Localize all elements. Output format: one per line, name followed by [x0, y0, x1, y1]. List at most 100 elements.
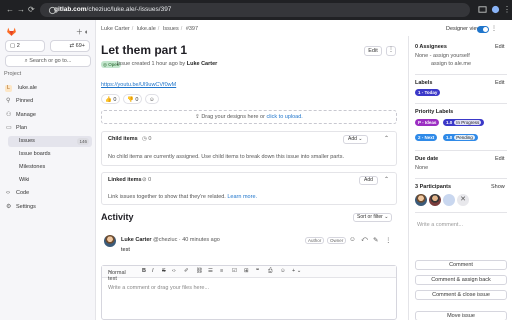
sidebar-item-manage[interactable]: ⚇ Manage: [4, 110, 92, 121]
highlight-icon[interactable]: ✐: [184, 268, 189, 274]
designer-view-toggle[interactable]: [477, 26, 489, 33]
breadcrumb-project[interactable]: luke.ale: [137, 26, 156, 32]
chevron-up-icon[interactable]: ⌃: [384, 135, 389, 142]
linked-items-add-button[interactable]: Add: [359, 176, 378, 185]
comment-reply-icon[interactable]: ⤺: [361, 236, 368, 244]
label-pill[interactable]: 1.0 In Progress: [443, 119, 485, 126]
chevron-up-icon[interactable]: ⌃: [384, 176, 389, 183]
issues-counter-button[interactable]: ▢ 2: [5, 40, 45, 52]
comment-author-handle: @cheziuc: [153, 237, 178, 243]
link-icon[interactable]: ⛓: [196, 268, 203, 274]
task-list-icon[interactable]: ☑: [232, 268, 237, 274]
issue-author-link[interactable]: Luke Carter: [187, 61, 218, 67]
settings-icon: ⚙: [6, 204, 12, 210]
mention-icon[interactable]: ☺: [280, 268, 286, 274]
assignees-none[interactable]: None - assign yourself: [415, 53, 470, 59]
sidebar-item-pinned[interactable]: ⚲ Pinned: [4, 96, 92, 107]
attach-icon[interactable]: ⎙: [268, 268, 272, 275]
add-reaction-icon[interactable]: ☺: [145, 94, 159, 104]
label-pill[interactable]: P - Ideas: [415, 119, 440, 126]
child-items-count: ◷ 0: [142, 136, 152, 142]
label-pill[interactable]: 1 - Today: [415, 89, 441, 96]
comment-assign-back-button[interactable]: Comment & assign back: [415, 275, 507, 285]
table-icon[interactable]: ⊞: [244, 268, 249, 274]
browser-menu-icon[interactable]: ⋮: [503, 5, 511, 15]
breadcrumb-issues[interactable]: Issues: [163, 26, 179, 32]
comment-button[interactable]: Comment: [415, 260, 507, 270]
dropzone-upload-link[interactable]: click to upload.: [266, 114, 302, 120]
sidebar-item-label: Plan: [16, 125, 28, 131]
learn-more-link[interactable]: Learn more.: [227, 194, 257, 200]
thumbs-down-button[interactable]: 👎 0: [123, 94, 143, 104]
participants-show-link[interactable]: Show: [491, 184, 505, 190]
sidebar-item-issue-boards[interactable]: Issue boards: [8, 149, 92, 160]
move-issue-button[interactable]: Move issue: [415, 311, 507, 320]
sidebar-item-milestones[interactable]: Milestones: [8, 162, 92, 173]
sidebar-item-code[interactable]: ‹› Code: [4, 188, 92, 199]
text-format-select[interactable]: Normal text ⌄: [108, 268, 126, 282]
bold-icon[interactable]: B: [142, 268, 146, 274]
sidebar-search[interactable]: ⌕ Search or go to...: [5, 55, 91, 67]
labels-edit-link[interactable]: Edit: [495, 80, 504, 86]
more-options-icon[interactable]: ⋮: [491, 25, 497, 32]
breadcrumb-owner[interactable]: Luke Carter: [101, 26, 130, 32]
label-key: 1 - Today: [418, 90, 438, 95]
issues-count-badge: 146: [77, 138, 89, 145]
edit-issue-button[interactable]: Edit: [364, 46, 382, 56]
reload-icon[interactable]: ⟳: [28, 5, 35, 15]
description-link[interactable]: https://youtu.be/Ul9uwCVf0wM: [101, 82, 176, 88]
comment-more-icon[interactable]: ⋮: [385, 236, 392, 244]
label-pill[interactable]: 2 - Next: [415, 134, 438, 141]
assignees-edit-link[interactable]: Edit: [495, 44, 504, 50]
sidebar-item-issues[interactable]: Issues 146: [8, 136, 92, 147]
quote-icon[interactable]: ❝: [256, 268, 259, 274]
bullet-list-icon[interactable]: ☰: [208, 268, 213, 274]
italic-icon[interactable]: I: [152, 268, 154, 274]
divider: [415, 74, 507, 75]
profile-icon[interactable]: [491, 5, 500, 14]
comment-placeholder: Write a comment or drag your files here.…: [108, 285, 210, 291]
sidebar-item-project[interactable]: luke.ale: [4, 83, 92, 94]
label-pill[interactable]: 1.0 Pending: [443, 134, 478, 141]
forward-icon[interactable]: →: [17, 5, 25, 15]
sidebar-item-settings[interactable]: ⚙ Settings: [4, 202, 92, 213]
thumbs-up-button[interactable]: 👍 0: [101, 94, 121, 104]
avatar[interactable]: [415, 194, 427, 206]
numbered-list-icon[interactable]: ≡: [220, 268, 223, 274]
due-date-edit-link[interactable]: Edit: [495, 156, 504, 162]
search-icon: ⌕: [24, 58, 28, 64]
user-avatar-icon[interactable]: ◐: [85, 29, 89, 36]
comment-editor[interactable]: Normal text ⌄ B I S ‹› ✐ ⛓ ☰ ≡ ☑ ⊞ ❝ ⎙ ☺…: [101, 265, 397, 320]
back-icon[interactable]: ←: [6, 5, 14, 15]
sidebar-item-plan[interactable]: ▭ Plan: [4, 123, 92, 134]
insert-more-icon[interactable]: + ⌄: [292, 268, 301, 274]
comment-reaction-icon[interactable]: ☺: [349, 236, 356, 243]
extensions-icon[interactable]: [478, 5, 487, 14]
comment-edit-icon[interactable]: ✎: [373, 236, 378, 244]
address-bar[interactable]: gitlab.com/cheziuc/luke.ale/-/issues/397: [40, 3, 470, 17]
design-dropzone[interactable]: ⇪ Drag your designs here or click to upl…: [101, 110, 397, 124]
assign-me-link[interactable]: assign to ale.me: [431, 61, 471, 67]
sidebar-comment-input[interactable]: Write a comment...: [415, 220, 507, 250]
close-icon[interactable]: ✕: [457, 194, 469, 206]
right-sidebar: 0 Assignees Edit None - assign yourself …: [408, 36, 512, 320]
comment-close-issue-button[interactable]: Comment & close issue: [415, 290, 507, 300]
label-value: In Progress: [454, 120, 482, 125]
site-info-icon[interactable]: [48, 6, 57, 15]
avatar[interactable]: [429, 194, 441, 206]
gitlab-logo-icon[interactable]: [6, 26, 17, 37]
issue-actions-button[interactable]: ⋮: [386, 46, 396, 56]
avatar[interactable]: [443, 194, 455, 206]
breadcrumb-issue[interactable]: #397: [186, 26, 198, 32]
merge-requests-button[interactable]: ⇄ 69+: [50, 40, 90, 52]
code-icon[interactable]: ‹›: [172, 268, 176, 274]
child-items-add-button[interactable]: Add ⌄: [343, 135, 368, 144]
sort-filter-button[interactable]: Sort or filter ⌄: [353, 213, 393, 222]
strikethrough-icon[interactable]: S: [162, 268, 166, 274]
new-menu-icon[interactable]: ＋: [76, 29, 83, 36]
plan-icon: ▭: [6, 125, 12, 131]
sidebar-item-wiki[interactable]: Wiki: [8, 175, 92, 186]
avatar[interactable]: [104, 235, 116, 247]
comment-author-name[interactable]: Luke Carter: [121, 237, 152, 243]
child-items-title: Child items: [108, 136, 138, 142]
